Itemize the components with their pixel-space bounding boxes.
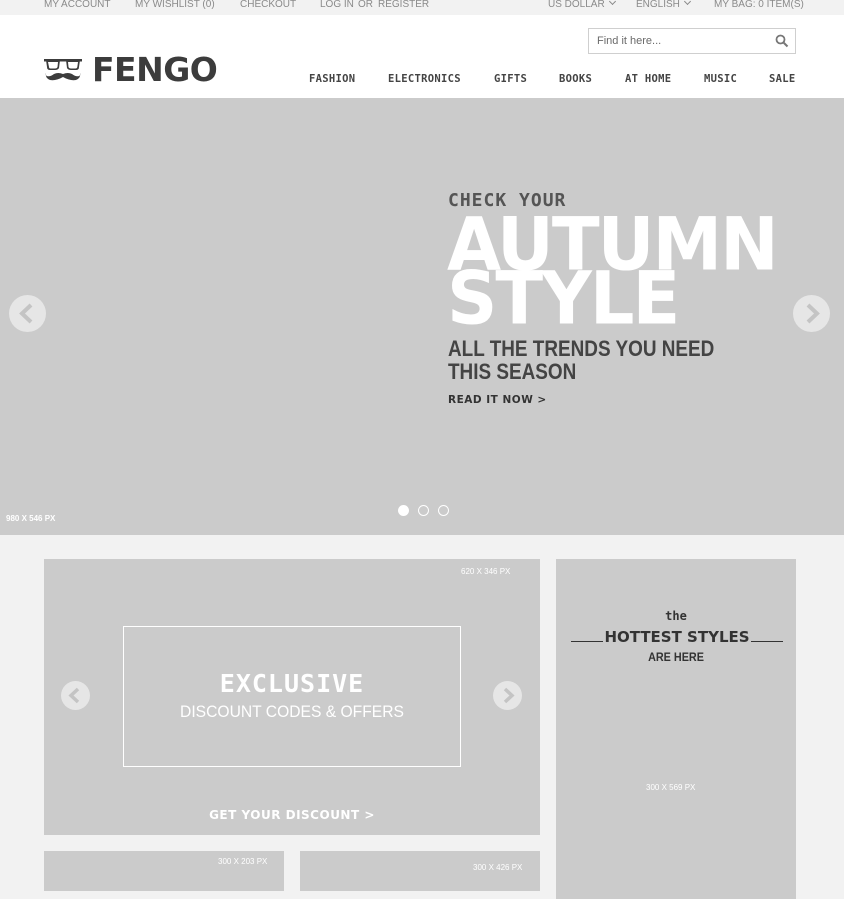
site-header: FENGO FASHION ELECTRONICS GIFTS BOOKS AT… — [0, 15, 844, 98]
main-nav: FASHION ELECTRONICS GIFTS BOOKS AT HOME … — [0, 73, 844, 87]
promo-next-button[interactable] — [493, 681, 522, 710]
slider-dot-2[interactable] — [418, 505, 429, 516]
register-link[interactable]: REGISTER — [378, 0, 429, 10]
promo-small-right[interactable]: 300 X 426 PX — [300, 851, 540, 891]
language-label: ENGLISH — [636, 0, 680, 10]
search-icon[interactable] — [775, 34, 789, 48]
chevron-left-icon — [68, 687, 80, 704]
top-utility-bar: MY ACCOUNT MY WISHLIST (0) CHECKOUT LOG … — [0, 0, 844, 15]
nav-item-sale[interactable]: SALE — [769, 73, 796, 85]
promo-size-label: 620 X 346 PX — [461, 567, 511, 576]
nav-item-gifts[interactable]: GIFTS — [494, 73, 527, 85]
promo-tall-subtitle: ARE HERE — [648, 650, 704, 664]
promo-small-left-size-label: 300 X 203 PX — [218, 857, 268, 866]
promo-subtitle: DISCOUNT CODES & OFFERS — [180, 702, 404, 721]
hero-title: AUTUMN STYLE — [447, 208, 779, 342]
my-account-link[interactable]: MY ACCOUNT — [44, 0, 111, 10]
get-discount-link[interactable]: GET YOUR DISCOUNT > — [44, 808, 540, 822]
hero-subtitle-line1: ALL THE TRENDS YOU NEED — [448, 336, 715, 361]
chevron-down-icon — [683, 0, 691, 6]
promo-hottest-styles[interactable]: the HOTTEST STYLES ARE HERE 300 X 569 PX — [556, 559, 796, 899]
currency-selector[interactable]: US DOLLAR — [548, 0, 616, 10]
slider-dot-3[interactable] — [438, 505, 449, 516]
chevron-down-icon — [608, 0, 616, 6]
login-link[interactable]: LOG IN — [320, 0, 354, 10]
promo-discount-banner: 620 X 346 PX EXCLUSIVE DISCOUNT CODES & … — [44, 559, 540, 835]
search-input[interactable] — [589, 29, 769, 53]
promo-tall-title: HOTTEST STYLES — [604, 628, 750, 646]
promo-title: EXCLUSIVE — [219, 669, 365, 698]
hero-subtitle: ALL THE TRENDS YOU NEED THIS SEASON — [448, 337, 723, 383]
nav-item-electronics[interactable]: ELECTRONICS — [388, 73, 461, 85]
promo-tall-size-label: 300 X 569 PX — [646, 783, 696, 792]
chevron-left-icon — [19, 303, 33, 324]
hero-prev-button[interactable] — [9, 295, 46, 332]
read-it-now-link[interactable]: READ IT NOW > — [448, 394, 547, 406]
hero-size-label: 980 X 546 PX — [6, 514, 56, 523]
nav-item-at-home[interactable]: AT HOME — [625, 73, 671, 85]
slider-dot-1[interactable] — [398, 505, 409, 516]
nav-item-fashion[interactable]: FASHION — [309, 73, 355, 85]
nav-item-books[interactable]: BOOKS — [559, 73, 592, 85]
promo-tall-title-row: HOTTEST STYLES — [571, 627, 783, 647]
promo-frame: EXCLUSIVE DISCOUNT CODES & OFFERS — [123, 626, 461, 767]
promo-prev-button[interactable] — [61, 681, 90, 710]
divider-line — [571, 640, 603, 642]
promo-small-left[interactable]: 300 X 203 PX — [44, 851, 284, 891]
search-box — [588, 28, 796, 54]
my-bag-link[interactable]: MY BAG: 0 ITEM(S) — [714, 0, 804, 10]
or-separator: OR — [358, 0, 373, 10]
currency-label: US DOLLAR — [548, 0, 605, 10]
chevron-right-icon — [806, 303, 820, 324]
hero-title-line2: STYLE — [447, 255, 680, 342]
slider-dots — [398, 505, 458, 517]
divider-line — [751, 640, 783, 642]
hero-next-button[interactable] — [793, 295, 830, 332]
hero-subtitle-line2: THIS SEASON — [448, 359, 577, 384]
my-wishlist-link[interactable]: MY WISHLIST (0) — [135, 0, 215, 10]
nav-item-music[interactable]: MUSIC — [704, 73, 737, 85]
chevron-right-icon — [503, 687, 515, 704]
checkout-link[interactable]: CHECKOUT — [240, 0, 296, 10]
promo-tall-kicker: the — [665, 609, 687, 623]
language-selector[interactable]: ENGLISH — [636, 0, 691, 10]
promo-small-right-size-label: 300 X 426 PX — [473, 863, 523, 872]
hero-slider: CHECK YOUR AUTUMN STYLE ALL THE TRENDS Y… — [0, 98, 844, 535]
